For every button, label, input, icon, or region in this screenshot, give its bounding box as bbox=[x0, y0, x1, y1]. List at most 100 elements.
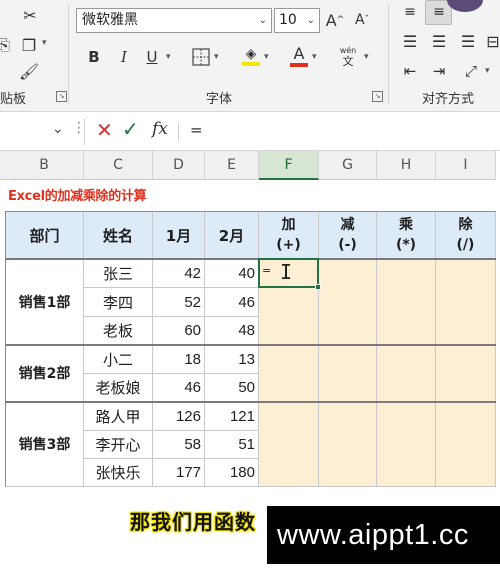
table-cell-month2[interactable]: 51 bbox=[205, 431, 259, 459]
decrease-indent-icon[interactable]: ⇤ bbox=[399, 60, 421, 82]
column-header-i[interactable]: I bbox=[436, 151, 496, 180]
table-cell-month1[interactable]: 46 bbox=[153, 374, 205, 402]
copy-dropdown-icon[interactable]: ▾ bbox=[42, 38, 47, 48]
header-month1[interactable]: 1月 bbox=[153, 211, 205, 259]
bold-button[interactable]: B bbox=[84, 45, 104, 69]
column-header-b[interactable]: B bbox=[5, 151, 84, 180]
header-multiply-label: 乘 bbox=[399, 217, 413, 233]
header-multiply[interactable]: 乘 (*) bbox=[377, 211, 436, 259]
font-color-swatch bbox=[290, 63, 308, 67]
dept-cell[interactable]: 销售2部 bbox=[5, 345, 84, 402]
phonetic-dropdown-icon[interactable]: ▾ bbox=[364, 52, 369, 62]
middle-align-icon: ≡ bbox=[433, 4, 445, 20]
table-cell-name[interactable]: 小二 bbox=[84, 345, 153, 374]
table-cell-name[interactable]: 张快乐 bbox=[84, 459, 153, 487]
table-cell-month2[interactable]: 48 bbox=[205, 317, 259, 345]
chevron-down-icon[interactable]: ⌄ bbox=[52, 121, 64, 137]
table-cell-month1[interactable]: 126 bbox=[153, 402, 205, 431]
cut-icon[interactable]: ✂ bbox=[20, 4, 40, 26]
header-subtract[interactable]: 减 (-) bbox=[319, 211, 377, 259]
header-subtract-label: 减 bbox=[340, 217, 355, 233]
result-column-multiply[interactable] bbox=[377, 259, 436, 487]
font-color-button[interactable]: A bbox=[288, 43, 310, 69]
header-divide-symbol: (/) bbox=[456, 237, 475, 253]
cancel-entry-icon[interactable]: ✕ bbox=[96, 118, 113, 142]
watermark: www.aippt1.cc bbox=[267, 506, 500, 564]
underline-dropdown-icon[interactable]: ▾ bbox=[166, 52, 171, 62]
table-cell-name[interactable]: 老板娘 bbox=[84, 374, 153, 402]
formula-input[interactable]: = bbox=[190, 121, 203, 139]
formula-divider bbox=[178, 123, 179, 141]
align-right-icon[interactable]: ☰ bbox=[457, 30, 479, 52]
header-dept[interactable]: 部门 bbox=[5, 211, 84, 259]
table-cell-month1[interactable]: 58 bbox=[153, 431, 205, 459]
column-header-g[interactable]: G bbox=[319, 151, 377, 180]
font-launcher-icon[interactable]: ↘ bbox=[372, 91, 383, 102]
result-column-subtract[interactable] bbox=[319, 259, 377, 487]
header-divide-label: 除 bbox=[458, 217, 473, 233]
result-column-divide[interactable] bbox=[436, 259, 496, 487]
confirm-entry-icon[interactable]: ✓ bbox=[122, 117, 139, 141]
font-name-select[interactable]: 微软雅黑 ⌄ bbox=[76, 8, 272, 33]
column-header-c[interactable]: C bbox=[84, 151, 153, 180]
table-cell-month2[interactable]: 180 bbox=[205, 459, 259, 487]
table-cell-name[interactable]: 路人甲 bbox=[84, 402, 153, 431]
font-color-dropdown-icon[interactable]: ▾ bbox=[312, 52, 317, 62]
column-header-e[interactable]: E bbox=[205, 151, 259, 180]
grow-font-button[interactable]: A ^ bbox=[324, 8, 346, 32]
table-cell-month1[interactable]: 177 bbox=[153, 459, 205, 487]
fill-color-dropdown-icon[interactable]: ▾ bbox=[264, 52, 269, 62]
header-subtract-symbol: (-) bbox=[338, 237, 357, 253]
table-cell-month1[interactable]: 18 bbox=[153, 345, 205, 374]
table-cell-month2[interactable]: 40 bbox=[205, 259, 259, 288]
phonetic-guide-char: 文 bbox=[342, 55, 354, 68]
dept-cell[interactable]: 销售1部 bbox=[5, 259, 84, 345]
font-size-select[interactable]: 10 ⌄ bbox=[274, 8, 320, 33]
table-cell-name[interactable]: 李开心 bbox=[84, 431, 153, 459]
header-add[interactable]: 加 (+) bbox=[259, 211, 319, 259]
orientation-icon[interactable]: ⤢ bbox=[460, 60, 482, 82]
align-left-icon[interactable]: ☰ bbox=[399, 30, 421, 52]
header-month2[interactable]: 2月 bbox=[205, 211, 259, 259]
font-color-letter: A bbox=[293, 44, 305, 63]
table-cell-name[interactable]: 李四 bbox=[84, 288, 153, 317]
sheet-title[interactable]: Excel的加减乘除的计算 bbox=[8, 185, 147, 204]
font-group-label: 字体 bbox=[206, 92, 233, 107]
orientation-dropdown-icon[interactable]: ▾ bbox=[485, 66, 490, 76]
table-cell-month1[interactable]: 60 bbox=[153, 317, 205, 345]
column-header-f[interactable]: F bbox=[259, 151, 319, 180]
table-cell-name[interactable]: 张三 bbox=[84, 259, 153, 288]
insert-function-button[interactable]: fx bbox=[152, 119, 168, 139]
clipboard-launcher-icon[interactable]: ↘ bbox=[56, 91, 67, 102]
table-cell-month2[interactable]: 46 bbox=[205, 288, 259, 317]
top-align-icon[interactable]: ≡ bbox=[400, 2, 420, 22]
table-cell-month2[interactable]: 121 bbox=[205, 402, 259, 431]
fill-handle[interactable] bbox=[315, 284, 321, 290]
shrink-font-button[interactable]: Aˇ bbox=[351, 8, 373, 32]
result-column-add[interactable] bbox=[259, 259, 319, 487]
border-button[interactable] bbox=[190, 45, 212, 69]
format-painter-icon[interactable]: 🖌 bbox=[18, 60, 40, 82]
align-center-icon[interactable]: ☰ bbox=[428, 30, 450, 52]
active-cell-content: = bbox=[262, 264, 272, 277]
fill-color-button[interactable]: ◈ bbox=[240, 43, 262, 69]
header-divide[interactable]: 除 (/) bbox=[436, 211, 496, 259]
wrap-text-partial-icon[interactable]: ⊟ bbox=[486, 30, 500, 52]
increase-indent-icon[interactable]: ⇥ bbox=[428, 60, 450, 82]
header-multiply-symbol: (*) bbox=[395, 237, 417, 253]
copy-icon[interactable]: ❐ bbox=[18, 34, 40, 56]
header-name[interactable]: 姓名 bbox=[84, 211, 153, 259]
column-header-d[interactable]: D bbox=[153, 151, 205, 180]
column-header-h[interactable]: H bbox=[377, 151, 436, 180]
table-cell-month1[interactable]: 42 bbox=[153, 259, 205, 288]
table-cell-month1[interactable]: 52 bbox=[153, 288, 205, 317]
dept-cell[interactable]: 销售3部 bbox=[5, 402, 84, 487]
underline-button[interactable]: U bbox=[142, 45, 162, 69]
table-cell-name[interactable]: 老板 bbox=[84, 317, 153, 345]
table-cell-month2[interactable]: 50 bbox=[205, 374, 259, 402]
table-cell-month2[interactable]: 13 bbox=[205, 345, 259, 374]
border-dropdown-icon[interactable]: ▾ bbox=[214, 52, 219, 62]
phonetic-guide-button[interactable]: wén 文 bbox=[336, 42, 360, 70]
paste-partial-icon[interactable]: ⎘ bbox=[0, 34, 12, 56]
italic-button[interactable]: I bbox=[114, 45, 134, 69]
